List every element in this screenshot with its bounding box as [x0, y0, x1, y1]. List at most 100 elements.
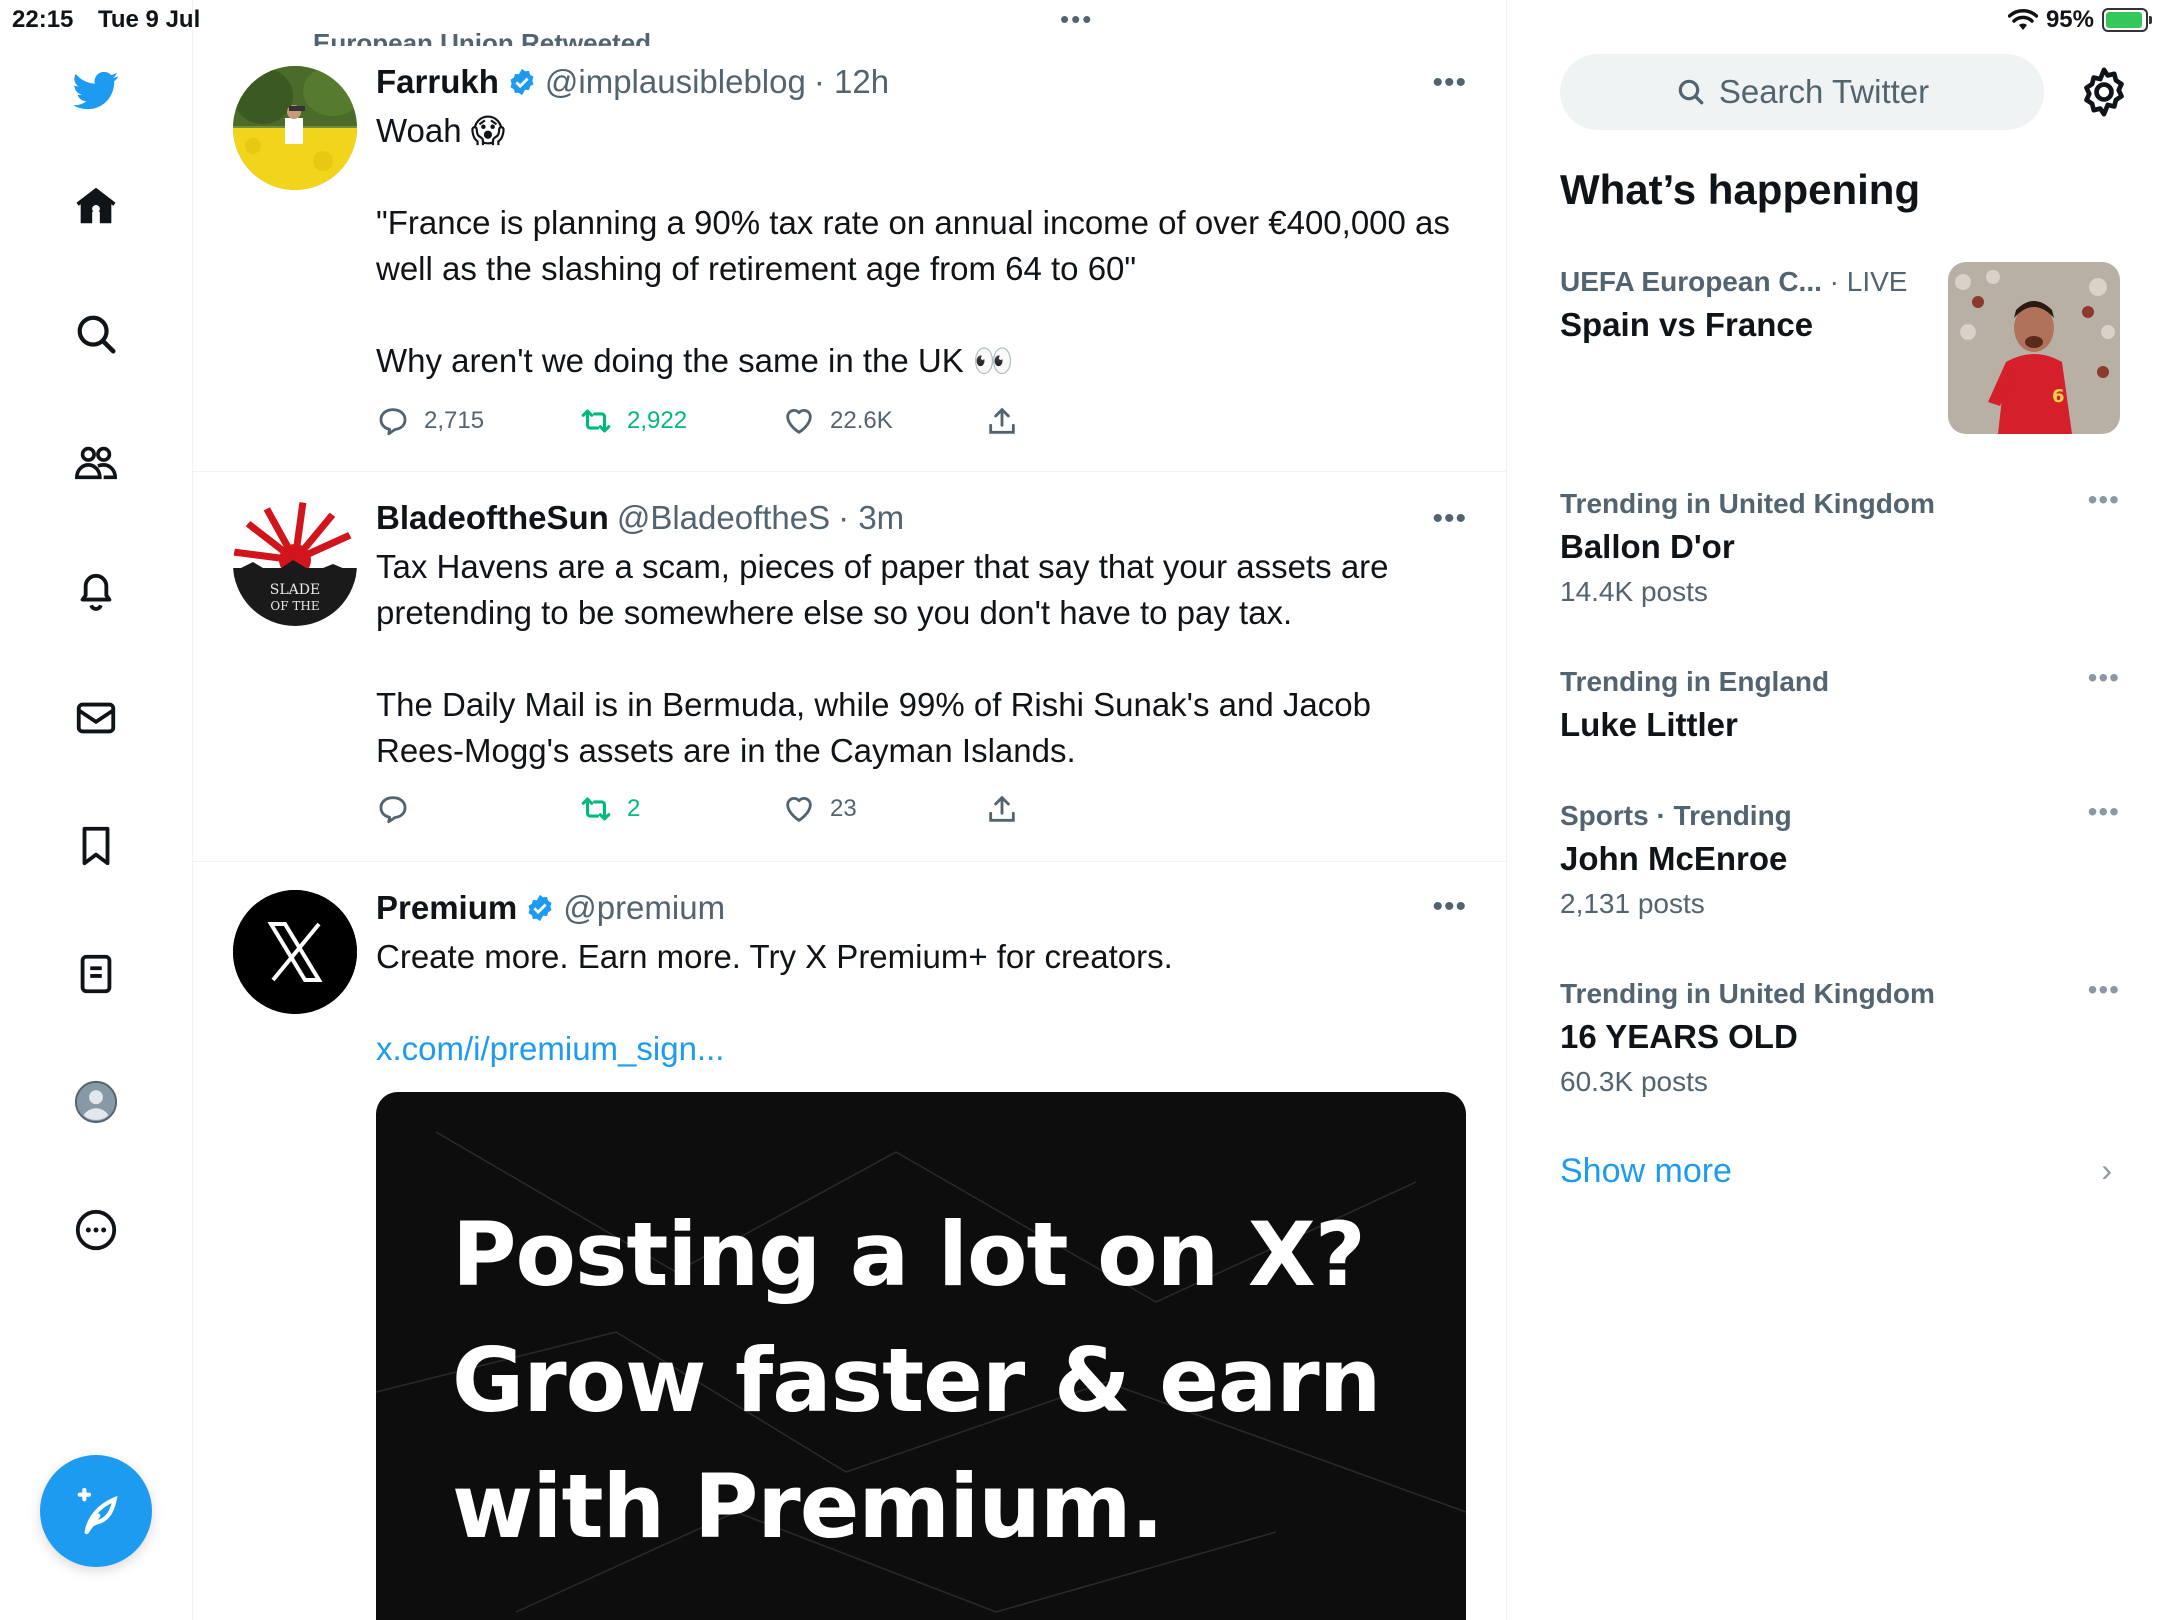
avatar[interactable]: SLADE OF THE — [233, 502, 357, 626]
trend-item[interactable]: Trending in United Kingdom Ballon D'or 1… — [1560, 484, 2120, 614]
share-icon — [989, 795, 1015, 822]
reply-button[interactable]: 2,715 — [376, 404, 579, 438]
retweet-count: 2,922 — [627, 407, 688, 434]
trend-count: 14.4K posts — [1560, 576, 1708, 607]
retweet-count: 2 — [627, 795, 641, 822]
trend-context: Trending in United Kingdom — [1560, 488, 1935, 519]
tweet-body: Farrukh @implausibleblog · 12h Woah 😱 "F… — [376, 60, 1466, 384]
explore-icon[interactable] — [66, 304, 126, 364]
featured-trend-image: 6 — [1948, 262, 2120, 434]
show-more-link[interactable]: Show more › — [1560, 1152, 2120, 1191]
retweet-icon — [581, 797, 611, 821]
trend-title: Ballon D'or — [1560, 528, 1735, 565]
tweet-more-icon[interactable]: ••• — [1432, 890, 1467, 924]
communities-icon[interactable] — [66, 432, 126, 492]
author-handle[interactable]: @premium — [563, 886, 725, 930]
whats-happening-title: What’s happening — [1560, 166, 1921, 213]
retweet-icon — [581, 409, 611, 433]
tweet-more-icon[interactable]: ••• — [1432, 66, 1467, 100]
like-count: 22.6K — [830, 407, 893, 434]
tweet-header: Farrukh @implausibleblog · 12h — [376, 60, 1466, 104]
tweet-header: Premium @premium — [376, 886, 1466, 930]
avatar[interactable] — [233, 890, 357, 1014]
show-more-label: Show more — [1560, 1152, 1732, 1190]
author-handle[interactable]: @BladeoftheS — [617, 496, 830, 540]
live-label: · LIVE — [1829, 266, 1908, 297]
tweet-text: Create more. Earn more. Try X Premium+ f… — [376, 938, 1173, 975]
right-sidebar: Search Twitter What’s happening UEFA Eur… — [1508, 0, 2160, 1620]
trend-more-icon[interactable]: ••• — [2088, 662, 2120, 694]
chevron-right-icon: › — [2101, 1152, 2112, 1188]
author-name[interactable]: BladeoftheSun — [376, 496, 609, 540]
like-button[interactable]: 23 — [782, 792, 985, 826]
left-nav — [0, 0, 193, 1620]
verified-badge-icon — [510, 68, 534, 96]
promo-headline: Posting a lot on X? Grow faster & earn w… — [452, 1203, 1381, 1558]
search-icon — [1678, 79, 1704, 105]
trend-more-icon[interactable]: ••• — [2088, 796, 2120, 828]
tweet-actions: 2 23 — [376, 792, 1188, 826]
tweet-farrukh[interactable]: Farrukh @implausibleblog · 12h Woah 😱 "F… — [193, 0, 1506, 472]
x-logo-icon — [233, 890, 357, 1014]
tweet-more-icon[interactable]: ••• — [1432, 502, 1467, 536]
search-input[interactable]: Search Twitter — [1560, 54, 2044, 130]
like-icon — [786, 797, 812, 822]
tweet-text: Woah 😱 "France is planning a 90% tax rat… — [376, 112, 1450, 379]
trend-item[interactable]: Trending in United Kingdom 16 YEARS OLD … — [1560, 974, 2120, 1104]
like-count: 23 — [830, 795, 857, 822]
verified-badge-icon — [528, 894, 552, 922]
reply-icon — [379, 408, 407, 436]
retweet-button[interactable]: 2 — [579, 792, 782, 826]
promo-media-card[interactable]: Posting a lot on X? Grow faster & earn w… — [376, 1092, 1466, 1620]
reply-button[interactable] — [376, 792, 579, 826]
trend-item[interactable]: Trending in England Luke Littler ••• — [1560, 662, 2120, 748]
like-icon — [786, 409, 812, 434]
notifications-icon[interactable] — [66, 560, 126, 620]
bookmarks-icon[interactable] — [66, 816, 126, 876]
tweet-body: BladeoftheSun @BladeoftheS · 3m Tax Have… — [376, 496, 1466, 774]
tweet-body: Premium @premium Create more. Earn more.… — [376, 886, 1466, 1072]
share-button[interactable] — [985, 404, 1188, 438]
trend-more-icon[interactable]: ••• — [2088, 484, 2120, 516]
messages-icon[interactable] — [66, 688, 126, 748]
profile-icon[interactable] — [66, 1072, 126, 1132]
avatar[interactable] — [233, 66, 357, 190]
tweet-header: BladeoftheSun @BladeoftheS · 3m — [376, 496, 1466, 540]
home-icon[interactable] — [66, 176, 126, 236]
retweet-button[interactable]: 2,922 — [579, 404, 782, 438]
author-name[interactable]: Premium — [376, 886, 517, 930]
trend-context: Sports · Trending — [1560, 800, 1792, 831]
twitter-logo-icon[interactable] — [66, 60, 126, 120]
timeline: European Union Retweeted Farrukh @implau… — [193, 0, 1507, 1620]
trend-more-icon[interactable]: ••• — [2088, 974, 2120, 1006]
trend-item[interactable]: Sports · Trending John McEnroe 2,131 pos… — [1560, 796, 2120, 926]
like-button[interactable]: 22.6K — [782, 404, 985, 438]
tweet-bladeofthesun[interactable]: SLADE OF THE BladeoftheSun @BladeoftheS … — [193, 472, 1506, 862]
featured-context: UEFA European C... — [1560, 266, 1822, 297]
settings-gear-icon[interactable] — [2076, 64, 2132, 120]
search-placeholder: Search Twitter — [1718, 73, 1930, 110]
trend-context: Trending in United Kingdom — [1560, 978, 1935, 1009]
trend-title: Luke Littler — [1560, 706, 1738, 743]
tweet-time: · 12h — [813, 63, 890, 100]
more-icon[interactable] — [66, 1200, 126, 1260]
trend-count: 2,131 posts — [1560, 888, 1705, 919]
tweet-text: Tax Havens are a scam, pieces of paper t… — [376, 548, 1389, 769]
tweet-actions: 2,715 2,922 22.6K — [376, 404, 1188, 438]
share-button[interactable] — [985, 792, 1188, 826]
lists-icon[interactable] — [66, 944, 126, 1004]
author-name[interactable]: Farrukh — [376, 60, 499, 104]
svg-text:OF THE: OF THE — [270, 599, 319, 613]
author-handle[interactable]: @implausibleblog — [545, 60, 806, 104]
reply-count: 2,715 — [424, 407, 485, 434]
trend-context: Trending in England — [1560, 666, 1830, 697]
trend-count: 60.3K posts — [1560, 1066, 1708, 1097]
trend-title: John McEnroe — [1560, 840, 1788, 877]
tweet-time: · 3m — [838, 499, 905, 536]
compose-button[interactable] — [40, 1455, 152, 1567]
premium-link[interactable]: x.com/i/premium_sign... — [376, 1026, 1466, 1072]
trend-title: 16 YEARS OLD — [1560, 1018, 1798, 1055]
avatar-text: SLADE — [270, 582, 320, 598]
featured-trend[interactable]: UEFA European C... · LIVE Spain vs Franc… — [1560, 262, 2120, 438]
compose-icon — [77, 1487, 118, 1535]
